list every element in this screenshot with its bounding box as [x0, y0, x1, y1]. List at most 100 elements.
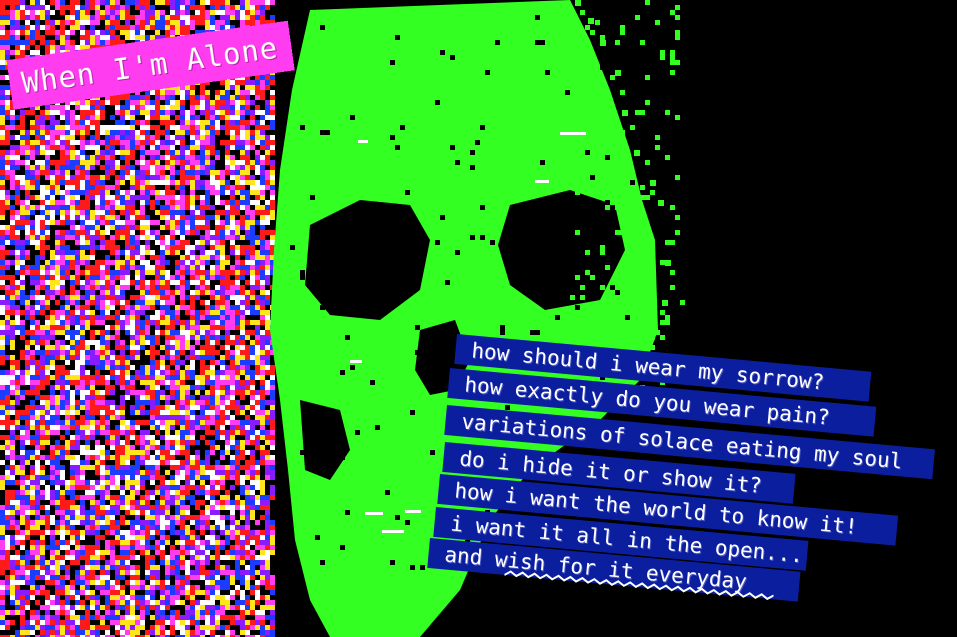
skull-pixel [640, 185, 645, 190]
skull-pixel [640, 40, 645, 45]
skull-pixel [625, 35, 630, 40]
skull-pixel [470, 150, 475, 155]
skull-pixel [630, 180, 635, 185]
skull-pixel [540, 160, 545, 165]
skull-pixel [670, 270, 675, 275]
skull-pixel [655, 145, 660, 150]
skull-pixel [320, 25, 325, 30]
skull-pixel [635, 15, 640, 20]
skull-pixel [605, 155, 610, 160]
skull-pixel [680, 300, 685, 305]
skull-pixel [300, 275, 305, 280]
skull-pixel [675, 5, 680, 10]
skull-pixel [585, 25, 590, 30]
skull-pixel [610, 75, 615, 80]
skull-pixel [600, 35, 605, 40]
skull-pixel [660, 320, 665, 325]
skull-pixel [360, 290, 365, 295]
skull-pixel [665, 240, 670, 245]
skull-pixel [500, 330, 505, 335]
skull-pixel [420, 565, 425, 570]
skull-pixel [300, 450, 305, 455]
skull-pixel [600, 65, 605, 70]
skull-pixel [320, 305, 325, 310]
skull-pixel [600, 300, 605, 305]
skull-pixel [615, 205, 620, 210]
skull-pixel [590, 175, 595, 180]
skull-pixel [355, 430, 360, 435]
skull-pixel [605, 320, 610, 325]
skull-pixel [610, 325, 615, 330]
skull-pixel [555, 315, 560, 320]
skull-pixel [650, 325, 655, 330]
skull-pixel [605, 205, 610, 210]
skull-pixel [295, 580, 300, 585]
skull-pixel [340, 370, 345, 375]
skull-pixel [580, 600, 585, 605]
skull-pixel [475, 140, 480, 145]
skull-pixel [660, 50, 665, 55]
skull-pixel [630, 125, 635, 130]
skull-pixel [540, 40, 545, 45]
skull-pixel [300, 270, 305, 275]
skull-pixel [595, 105, 600, 110]
skull-pixel [310, 255, 315, 260]
skull-pixel [620, 270, 625, 275]
skull-pixel [575, 65, 580, 70]
skull-pixel [675, 15, 680, 20]
skull-pixel [480, 125, 485, 130]
skull-pixel [570, 295, 575, 300]
skull-pixel [370, 265, 375, 270]
skull-pixel [615, 40, 620, 45]
skull-pixel [395, 35, 400, 40]
skull-pixel [660, 55, 665, 60]
skull-pixel [605, 265, 610, 270]
skull-pixel [585, 270, 590, 275]
skull-pixel [665, 155, 670, 160]
skull-pixel [325, 130, 330, 135]
skull-pixel [340, 545, 345, 550]
skull-pixel [445, 280, 450, 285]
skull-pixel [555, 225, 560, 230]
skull-pixel [600, 285, 605, 290]
skull-pixel [320, 560, 325, 565]
skull-pixel [675, 115, 680, 120]
skull-pixel [600, 245, 605, 250]
skull-pixel [395, 145, 400, 150]
skull-pixel [340, 455, 345, 460]
skull-pixel [375, 425, 380, 430]
skull-pixel [625, 160, 630, 165]
skull-pixel [355, 205, 360, 210]
skull-pixel [670, 55, 675, 60]
skull-pixel [405, 520, 410, 525]
skull-pixel [480, 235, 485, 240]
skull-pixel [615, 315, 620, 320]
skull-pixel [575, 135, 580, 140]
skull-pixel [670, 205, 675, 210]
skull-pixel [580, 330, 585, 335]
skull-pixel [575, 305, 580, 310]
skull-pixel [580, 10, 585, 15]
skull-pixel [660, 335, 665, 340]
skull-pixel [675, 230, 680, 235]
skull-pixel [495, 40, 500, 45]
skull-pixel [670, 10, 675, 15]
skull-pixel [400, 125, 405, 130]
skull-pixel [470, 235, 475, 240]
skull-pixel [615, 290, 620, 295]
skull-pixel [620, 25, 625, 30]
skull-pixel [670, 60, 675, 65]
skull-pixel [585, 150, 590, 155]
skull-pixel [575, 230, 580, 235]
skull-pixel [350, 115, 355, 120]
skull-pixel [555, 275, 560, 280]
skull-pixel [570, 45, 575, 50]
skull-pixel [480, 205, 485, 210]
skull-pixel [655, 20, 660, 25]
skull-pixel [655, 330, 660, 335]
skull-pixel [620, 90, 625, 95]
skull-pixel [610, 285, 615, 290]
skull-pixel [650, 335, 655, 340]
skull-pixel [605, 200, 610, 205]
skull-pixel [390, 560, 395, 565]
